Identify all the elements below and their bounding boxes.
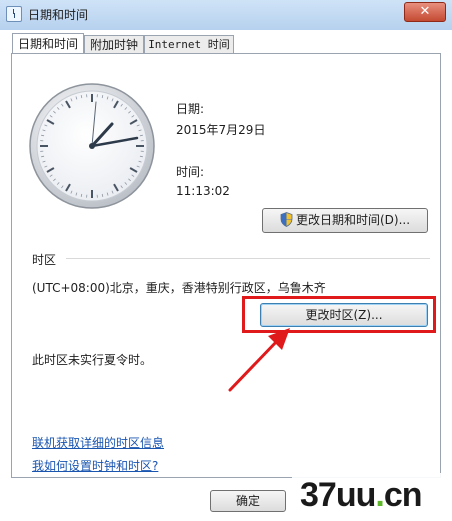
change-date-time-button[interactable]: 更改日期和时间(D)... [262,208,428,233]
current-timezone: (UTC+08:00)北京，重庆，香港特别行政区，乌鲁木齐 [32,281,326,295]
red-arrow-annotation [228,328,290,392]
uac-shield-icon [280,212,293,227]
how-to-set-clock-link[interactable]: 我如何设置时钟和时区? [32,457,158,474]
tab-label: 附加时钟 [89,38,138,52]
tab-date-time[interactable]: 日期和时间 [12,33,84,54]
ok-button-label: 确定 [235,494,260,508]
tab-internet-time[interactable]: Internet 时间 [144,35,234,53]
ok-button[interactable]: 确定 [210,490,286,512]
dst-note: 此时区未实行夏令时。 [32,353,153,367]
close-button[interactable]: ✕ [404,2,446,22]
tab-label: Internet 时间 [148,38,230,51]
section-divider [66,258,430,259]
timezone-info-link[interactable]: 联机获取详细的时区信息 [32,434,164,451]
watermark-logo: 37uu.cn [300,476,422,514]
tab-label: 日期和时间 [17,37,78,51]
time-value: 11:13:02 [176,184,230,198]
analog-clock [29,83,155,209]
close-icon: ✕ [419,4,431,19]
timezone-section-label: 时区 [32,253,57,267]
date-label: 日期: [176,102,205,116]
time-label: 时间: [176,165,205,179]
tab-additional-clocks[interactable]: 附加时钟 [84,35,144,53]
change-date-time-label: 更改日期和时间(D)... [295,213,411,227]
title-bar: 日期和时间 ✕ [0,0,452,30]
clock-app-icon [6,6,22,22]
window-title: 日期和时间 [28,8,89,22]
date-value: 2015年7月29日 [176,123,266,137]
